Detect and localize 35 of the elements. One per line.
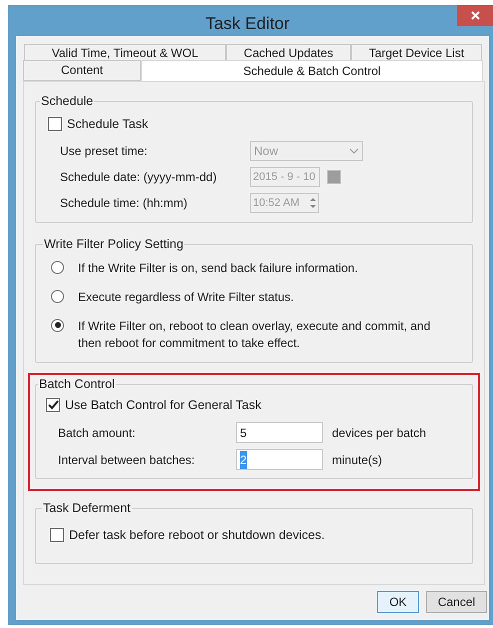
chevron-down-icon (349, 148, 359, 154)
tab[interactable]: Cached Updates (226, 44, 351, 60)
tab[interactable]: Content (23, 60, 141, 81)
tab[interactable]: Target Device List (351, 44, 482, 60)
radio-label: If the Write Filter is on, send back failure information. (78, 260, 359, 277)
field-label: Schedule time: (hh:mm) (60, 194, 188, 212)
radio-button[interactable] (51, 290, 64, 303)
group-title: Batch Control (38, 376, 116, 393)
close-icon (470, 11, 480, 20)
checkbox[interactable] (50, 528, 64, 542)
tab[interactable]: Schedule & Batch Control (141, 60, 483, 81)
group-title: Write Filter Policy Setting (43, 236, 184, 253)
dialog-button[interactable]: OK (377, 591, 419, 613)
field-label: Use preset time: (60, 142, 148, 160)
unit-label: minute(s) (332, 452, 382, 469)
group-title: Task Deferment (42, 500, 132, 518)
checkbox[interactable] (46, 398, 60, 412)
window-title: Task Editor (204, 13, 291, 35)
radio-button[interactable] (51, 318, 64, 332)
radio-button[interactable] (51, 260, 64, 274)
radio-label: If Write Filter on, reboot to clean overlay, execute and commit, and then reboot for commitment to take effect. (78, 318, 432, 352)
checkbox-label: Defer task before reboot or shutdown devices. (69, 527, 325, 544)
checkbox-label: Use Batch Control for General Task (65, 396, 262, 414)
field-label: Schedule date: (yyyy-mm-dd) (60, 168, 218, 186)
tab[interactable]: Valid Time, Timeout & WOL (24, 44, 226, 60)
close-button[interactable] (457, 5, 493, 26)
input-field[interactable]: 5 (236, 422, 323, 444)
radio-label: Execute regardless of Write Filter status. (78, 288, 295, 306)
field-label: Interval between batches: (58, 452, 196, 469)
unit-label: devices per batch (332, 424, 426, 442)
checkbox-label: Schedule Task (67, 116, 148, 133)
field-label: Batch amount: (58, 424, 136, 442)
dialog-button[interactable]: Cancel (426, 591, 487, 613)
checkbox[interactable] (48, 117, 62, 132)
group-title: Schedule (40, 93, 94, 110)
